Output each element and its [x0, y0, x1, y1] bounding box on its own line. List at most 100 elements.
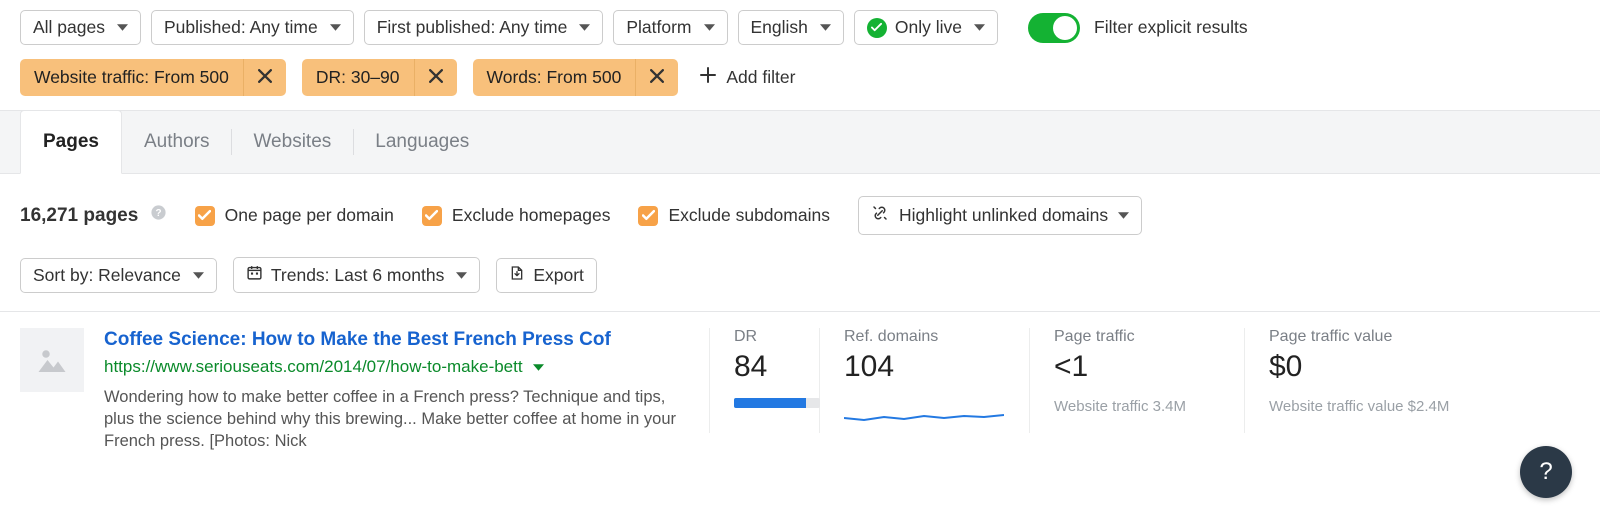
- chip-website-traffic[interactable]: Website traffic: From 500: [20, 59, 286, 96]
- tab-languages-label: Languages: [375, 131, 469, 152]
- metric-dr: DR 84: [709, 328, 819, 433]
- filter-language-label: English: [751, 17, 808, 38]
- filter-platform[interactable]: Platform: [613, 10, 727, 45]
- metric-dr-label: DR: [734, 328, 795, 346]
- chip-words[interactable]: Words: From 500: [473, 59, 679, 96]
- tabs-bar: Pages Authors Websites Languages: [0, 110, 1600, 174]
- highlight-unlinked-pill[interactable]: Highlight unlinked domains: [858, 196, 1142, 235]
- tab-authors[interactable]: Authors: [122, 111, 231, 173]
- metric-page-traffic-sub: Website traffic 3.4M: [1054, 398, 1220, 415]
- chip-dr-label: DR: 30–90: [302, 59, 414, 96]
- checkbox-box: [195, 206, 215, 226]
- tab-languages[interactable]: Languages: [353, 111, 491, 173]
- tab-websites[interactable]: Websites: [231, 111, 353, 173]
- add-filter-button[interactable]: Add filter: [694, 67, 795, 88]
- dr-progress-bar: [734, 398, 820, 408]
- subhead-row: 16,271 pages ? One page per domain Exclu…: [0, 174, 1600, 243]
- metric-ref-domains-value: 104: [844, 350, 1005, 384]
- download-icon: [509, 265, 525, 286]
- metric-page-traffic-value: Page traffic value $0 Website traffic va…: [1244, 328, 1580, 433]
- caret-down-icon: [193, 270, 204, 281]
- ref-domains-sparkline: [844, 404, 1005, 433]
- metric-page-traffic-value: <1: [1054, 350, 1220, 384]
- unlink-icon: [871, 204, 889, 227]
- checkbox-exclude-homepages-label: Exclude homepages: [452, 205, 611, 226]
- tab-pages[interactable]: Pages: [20, 110, 122, 174]
- chip-dr-close[interactable]: [414, 59, 457, 96]
- checkbox-box: [422, 206, 442, 226]
- results-count: 16,271 pages ?: [20, 204, 167, 227]
- trends-label: Trends: Last 6 months: [271, 265, 444, 286]
- caret-down-icon: [117, 22, 128, 33]
- help-icon[interactable]: ?: [150, 205, 167, 226]
- checkbox-box: [638, 206, 658, 226]
- result-row: Coffee Science: How to Make the Best Fre…: [0, 311, 1600, 452]
- checkbox-one-per-domain-label: One page per domain: [225, 205, 394, 226]
- result-thumbnail: [20, 328, 84, 392]
- toggle-knob: [1053, 16, 1077, 40]
- close-icon: [650, 67, 664, 88]
- result-main: Coffee Science: How to Make the Best Fre…: [104, 328, 689, 452]
- dr-progress-fill: [734, 398, 806, 408]
- highlight-unlinked-label: Highlight unlinked domains: [899, 205, 1108, 226]
- image-placeholder-icon: [34, 342, 70, 378]
- sort-by-label: Sort by: Relevance: [33, 265, 181, 286]
- chip-words-close[interactable]: [635, 59, 678, 96]
- metric-ref-domains: Ref. domains 104: [819, 328, 1029, 433]
- chip-words-label: Words: From 500: [473, 59, 636, 96]
- filter-only-live[interactable]: Only live: [854, 10, 998, 45]
- filter-all-pages[interactable]: All pages: [20, 10, 141, 45]
- caret-down-icon: [579, 22, 590, 33]
- calendar-icon: [246, 264, 263, 286]
- metric-dr-value: 84: [734, 350, 795, 384]
- caret-down-icon: [704, 22, 715, 33]
- caret-down-icon: [1118, 210, 1129, 221]
- checkbox-exclude-subdomains[interactable]: Exclude subdomains: [638, 205, 829, 226]
- caret-down-icon: [820, 22, 831, 33]
- results-count-text: 16,271 pages: [20, 205, 138, 226]
- filter-only-live-label: Only live: [895, 17, 962, 38]
- result-metrics: DR 84 Ref. domains 104 Page traffic <1 W…: [709, 328, 1580, 433]
- metric-ptv-sub: Website traffic value $2.4M: [1269, 398, 1556, 415]
- filter-explicit-label: Filter explicit results: [1094, 17, 1248, 38]
- export-button[interactable]: Export: [496, 258, 597, 293]
- trends-pill[interactable]: Trends: Last 6 months: [233, 257, 480, 293]
- help-fab[interactable]: ?: [1520, 446, 1572, 498]
- filter-published[interactable]: Published: Any time: [151, 10, 354, 45]
- filter-language[interactable]: English: [738, 10, 844, 45]
- result-title-link[interactable]: Coffee Science: How to Make the Best Fre…: [104, 328, 689, 353]
- result-description: Wondering how to make better coffee in a…: [104, 386, 689, 453]
- chip-website-traffic-label: Website traffic: From 500: [20, 59, 243, 96]
- caret-down-icon: [456, 270, 467, 281]
- metric-ref-domains-label: Ref. domains: [844, 328, 1005, 346]
- metric-ptv-value: $0: [1269, 350, 1556, 384]
- checkbox-one-per-domain[interactable]: One page per domain: [195, 205, 394, 226]
- filter-all-pages-label: All pages: [33, 17, 105, 38]
- close-icon: [429, 67, 443, 88]
- filter-first-published-label: First published: Any time: [377, 17, 568, 38]
- result-url-row: https://www.seriouseats.com/2014/07/how-…: [104, 357, 689, 378]
- caret-down-icon: [974, 22, 985, 33]
- filter-explicit-toggle[interactable]: [1028, 13, 1080, 43]
- filter-explicit-toggle-group: Filter explicit results: [1028, 13, 1248, 43]
- chip-website-traffic-close[interactable]: [243, 59, 286, 96]
- caret-down-icon: [330, 22, 341, 33]
- tab-websites-label: Websites: [253, 131, 331, 152]
- caret-down-icon[interactable]: [533, 357, 544, 378]
- sort-by-pill[interactable]: Sort by: Relevance: [20, 258, 217, 293]
- add-filter-label: Add filter: [726, 67, 795, 88]
- active-filters-row: Website traffic: From 500 DR: 30–90 Word…: [0, 53, 1600, 110]
- filter-published-label: Published: Any time: [164, 17, 318, 38]
- svg-text:?: ?: [155, 208, 161, 219]
- close-icon: [258, 67, 272, 88]
- chip-dr[interactable]: DR: 30–90: [302, 59, 457, 96]
- result-url[interactable]: https://www.seriouseats.com/2014/07/how-…: [104, 357, 523, 377]
- tab-authors-label: Authors: [144, 131, 209, 152]
- question-icon: ?: [1539, 458, 1552, 486]
- check-circle-icon: [867, 18, 887, 38]
- filter-first-published[interactable]: First published: Any time: [364, 10, 604, 45]
- metric-page-traffic-label: Page traffic: [1054, 328, 1220, 346]
- export-label: Export: [533, 265, 584, 286]
- checkbox-exclude-subdomains-label: Exclude subdomains: [668, 205, 829, 226]
- checkbox-exclude-homepages[interactable]: Exclude homepages: [422, 205, 611, 226]
